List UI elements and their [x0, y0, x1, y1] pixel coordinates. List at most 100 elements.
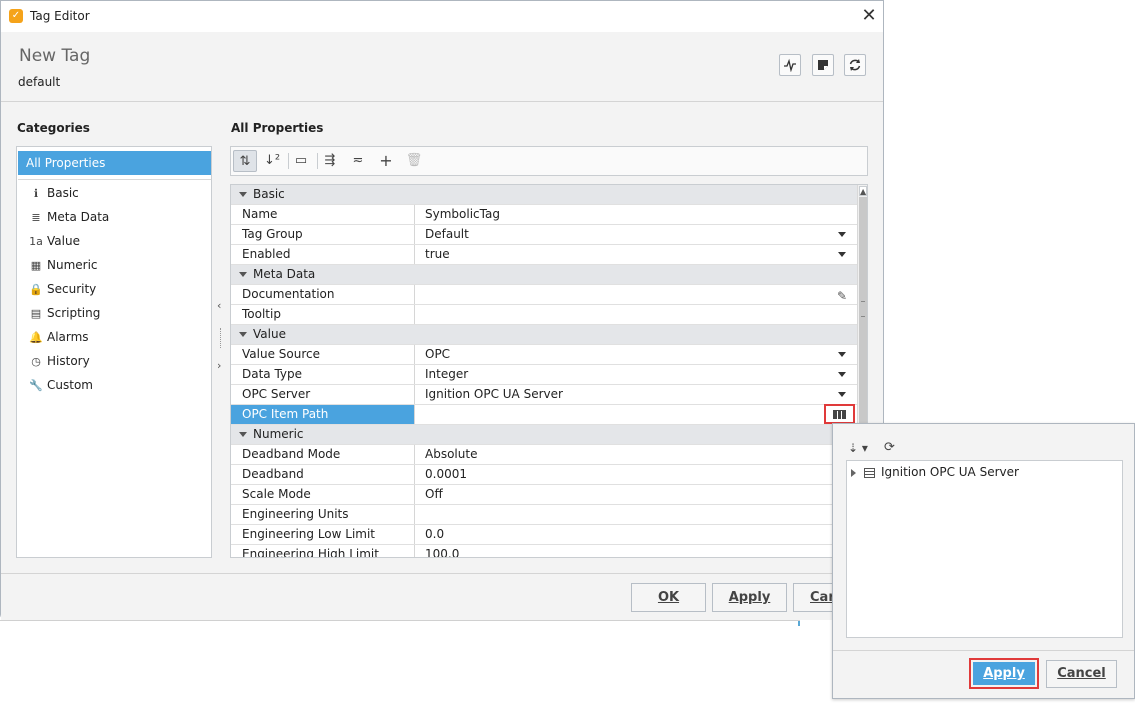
description-icon[interactable]: ▭	[289, 150, 313, 172]
category-basic[interactable]: ℹ Basic	[29, 183, 79, 203]
property-value[interactable]: OPC	[416, 345, 856, 364]
property-row[interactable]: Engineering High Limit 100.0	[231, 545, 857, 557]
refresh-icon[interactable]: ⟳	[884, 440, 895, 455]
scroll-up-icon[interactable]: ▲	[859, 186, 867, 196]
collapse-arrow-icon[interactable]	[239, 332, 247, 337]
title-bar: ✓ Tag Editor ✕	[1, 1, 883, 33]
expand-right-icon[interactable]: ›	[217, 359, 221, 372]
property-value[interactable]: 0.0	[416, 525, 856, 544]
property-row[interactable]: Tooltip	[231, 305, 857, 325]
group-basic[interactable]: Basic	[231, 185, 857, 205]
property-row[interactable]: Enabled true	[231, 245, 857, 265]
property-row[interactable]: Deadband Mode Absolute	[231, 445, 857, 465]
dropdown-arrow-icon[interactable]	[838, 232, 846, 237]
property-value[interactable]: SymbolicTag	[416, 205, 856, 224]
category-all-properties[interactable]: All Properties	[18, 151, 211, 175]
dropdown-arrow-icon[interactable]	[838, 252, 846, 257]
property-row[interactable]: Engineering Units	[231, 505, 857, 525]
property-row[interactable]: Deadband 0.0001	[231, 465, 857, 485]
category-value[interactable]: 1a Value	[29, 231, 80, 251]
lock-icon: 🔒	[29, 283, 43, 296]
popup-cancel-button[interactable]: Cancel	[1046, 660, 1117, 688]
property-value[interactable]: 100.0	[416, 545, 856, 557]
property-value[interactable]	[416, 505, 856, 524]
window-title: Tag Editor	[30, 9, 90, 23]
property-value[interactable]: Absolute	[416, 445, 856, 464]
category-label: Security	[47, 282, 97, 296]
splitter-handle[interactable]	[220, 328, 224, 348]
category-history[interactable]: ◷ History	[29, 351, 90, 371]
property-value[interactable]	[416, 305, 856, 324]
collapse-arrow-icon[interactable]	[239, 192, 247, 197]
property-row[interactable]: Data Type Integer	[231, 365, 857, 385]
clock-icon: ◷	[31, 355, 41, 368]
sort-categorized-icon[interactable]: ⇅	[233, 150, 257, 172]
category-meta-data[interactable]: ≣ Meta Data	[29, 207, 109, 227]
property-row[interactable]: Value Source OPC	[231, 345, 857, 365]
property-grid: Basic Name SymbolicTag Tag Group Default Enab…	[230, 184, 868, 558]
server-icon	[864, 467, 875, 478]
dropdown-arrow-icon[interactable]	[838, 352, 846, 357]
add-icon[interactable]: +	[374, 150, 398, 172]
expand-arrow-icon[interactable]	[851, 468, 856, 477]
categories-heading: Categories	[17, 121, 90, 135]
delete-icon[interactable]: 🗑	[402, 150, 426, 172]
property-name: Data Type	[231, 365, 415, 384]
property-name: Engineering Units	[231, 505, 415, 524]
note-icon	[818, 60, 828, 70]
notes-button[interactable]	[812, 54, 834, 76]
property-value[interactable]: Ignition OPC UA Server	[416, 385, 856, 404]
collapse-arrow-icon[interactable]	[239, 272, 247, 277]
expand-all-icon[interactable]: ⇶	[318, 150, 342, 172]
pencil-icon[interactable]: ✎	[837, 287, 847, 306]
popup-apply-button[interactable]: Apply	[969, 658, 1039, 689]
cancel-button[interactable]: Car	[793, 583, 833, 612]
property-row[interactable]: Scale Mode Off	[231, 485, 857, 505]
property-value[interactable]: 0.0001	[416, 465, 856, 484]
group-label: Meta Data	[253, 267, 316, 281]
dropdown-arrow-icon[interactable]	[838, 372, 846, 377]
property-value[interactable]	[416, 405, 856, 424]
category-security[interactable]: 🔒 Security	[29, 279, 96, 299]
group-meta-data[interactable]: Meta Data	[231, 265, 857, 285]
sort-alphabetical-icon[interactable]: ↓²	[260, 150, 284, 172]
group-numeric[interactable]: Numeric	[231, 425, 857, 445]
scrollbar-thumb[interactable]	[859, 197, 867, 425]
property-name: Deadband	[231, 465, 415, 484]
diagnostics-button[interactable]	[779, 54, 801, 76]
property-value[interactable]: true	[416, 245, 856, 264]
collapse-all-icon[interactable]: ≂	[346, 150, 370, 172]
categories-list: All Properties ℹ Basic ≣ Meta Data 1a Value ▦ N…	[16, 146, 212, 558]
property-value[interactable]: ✎	[416, 285, 856, 304]
property-value[interactable]: Off	[416, 485, 856, 504]
property-row[interactable]: Name SymbolicTag	[231, 205, 857, 225]
category-scripting[interactable]: ▤ Scripting	[29, 303, 101, 323]
divider	[833, 650, 1134, 651]
property-row[interactable]: OPC Server Ignition OPC UA Server	[231, 385, 857, 405]
sort-options-icon[interactable]: ⇣ ▾	[848, 441, 868, 455]
browse-opc-button[interactable]	[824, 404, 855, 424]
property-row[interactable]: Documentation ✎	[231, 285, 857, 305]
apply-button[interactable]: Apply	[712, 583, 787, 612]
collapse-arrow-icon[interactable]	[239, 432, 247, 437]
refresh-button[interactable]	[844, 54, 866, 76]
database-icon: ≣	[31, 211, 41, 224]
property-value[interactable]: Default	[416, 225, 856, 244]
close-icon[interactable]: ✕	[859, 5, 879, 27]
ok-button[interactable]: OK	[631, 583, 706, 612]
property-value[interactable]: Integer	[416, 365, 856, 384]
property-row[interactable]: OPC Item Path	[231, 405, 857, 425]
category-custom[interactable]: 🔧 Custom	[29, 375, 93, 395]
dropdown-arrow-icon[interactable]	[838, 392, 846, 397]
property-row[interactable]: Engineering Low Limit 0.0	[231, 525, 857, 545]
category-numeric[interactable]: ▦ Numeric	[29, 255, 98, 275]
tag-editor-window: ✓ Tag Editor ✕ New Tag default Categorie…	[0, 0, 884, 620]
tree-node-opc-server[interactable]: Ignition OPC UA Server	[851, 463, 1019, 481]
property-name: Deadband Mode	[231, 445, 415, 464]
category-label: Value	[47, 234, 80, 248]
group-label: Value	[253, 327, 286, 341]
collapse-left-icon[interactable]: ‹	[217, 299, 221, 312]
group-value[interactable]: Value	[231, 325, 857, 345]
category-alarms[interactable]: 🔔 Alarms	[29, 327, 88, 347]
property-row[interactable]: Tag Group Default	[231, 225, 857, 245]
